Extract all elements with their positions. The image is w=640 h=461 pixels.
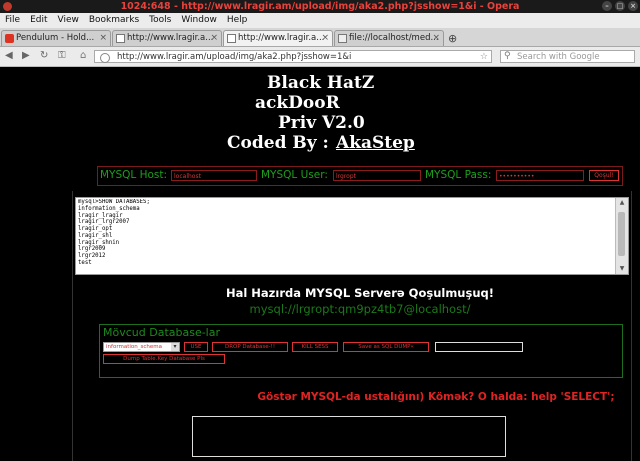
- url-text: http://www.lragir.am/upload/img/aka2.php…: [117, 52, 352, 62]
- youtube-icon: [5, 34, 14, 43]
- scroll-thumb[interactable]: [618, 212, 625, 256]
- database-legend: Mövcud Database-lar: [103, 326, 221, 339]
- frame-right: [631, 191, 632, 461]
- key-icon[interactable]: ⚿: [58, 50, 66, 61]
- connection-user: mysql://lrgropt:qm9pz4tb7@localhost/: [249, 302, 471, 316]
- sql-output-textarea[interactable]: mysql>SHOW DATABASES; information_schema…: [75, 197, 629, 275]
- search-placeholder: Search with Google: [517, 52, 600, 62]
- sql-query-textarea[interactable]: [192, 416, 506, 457]
- kill-session-button[interactable]: KILL SESS: [292, 342, 338, 352]
- tab-pendulum[interactable]: Pendulum - Hold... ×: [1, 30, 111, 46]
- close-tab-icon[interactable]: ×: [432, 31, 440, 46]
- user-label: MYSQL User:: [261, 169, 328, 181]
- user-input[interactable]: lrgropt: [333, 170, 421, 181]
- window-title: 1024:648 - http://www.lragir.am/upload/i…: [120, 1, 520, 12]
- help-hint: Göstər MYSQL-da ustalığını) Kömək? O hal…: [257, 391, 615, 403]
- window-titlebar: 1024:648 - http://www.lragir.am/upload/i…: [0, 0, 640, 13]
- tab-lragir-1[interactable]: http://www.lragir.a... ×: [112, 30, 222, 46]
- close-tab-icon[interactable]: ×: [321, 31, 329, 46]
- close-tab-icon[interactable]: ×: [99, 31, 107, 46]
- close-tab-icon[interactable]: ×: [210, 31, 218, 46]
- author-link[interactable]: AkaStep: [336, 133, 415, 153]
- minimize-icon[interactable]: –: [602, 1, 612, 11]
- page-icon: [227, 34, 236, 43]
- frame-left: [72, 191, 73, 461]
- scroll-up-icon[interactable]: ▲: [616, 198, 628, 208]
- url-input[interactable]: http://www.lragir.am/upload/img/aka2.php…: [94, 50, 492, 63]
- pass-input[interactable]: ••••••••••: [496, 170, 584, 181]
- close-icon[interactable]: ×: [628, 1, 638, 11]
- window-controls: – □ ×: [602, 1, 638, 11]
- tab-label: http://www.lragir.a...: [238, 33, 325, 43]
- tab-label: Pendulum - Hold...: [16, 33, 95, 43]
- pass-label: MYSQL Pass:: [425, 169, 492, 181]
- menu-bar: File Edit View Bookmarks Tools Window He…: [0, 13, 640, 28]
- database-fieldset: Mövcud Database-lar information_schema ▾…: [99, 324, 623, 378]
- chevron-down-icon: ▾: [171, 343, 179, 351]
- tab-lragir-2[interactable]: http://www.lragir.a... ×: [223, 30, 333, 46]
- back-icon[interactable]: ◀: [5, 50, 13, 61]
- database-select[interactable]: information_schema ▾: [103, 342, 180, 352]
- menu-edit[interactable]: Edit: [25, 13, 52, 28]
- logo-line-4-prefix: Coded By :: [227, 133, 329, 153]
- menu-tools[interactable]: Tools: [144, 13, 176, 28]
- tab-label: http://www.lragir.a...: [127, 33, 214, 43]
- mysql-connect-form: MYSQL Host: localhost MYSQL User: lrgrop…: [97, 166, 623, 186]
- use-button[interactable]: USE: [184, 342, 208, 352]
- sql-output-text: mysql>SHOW DATABASES; information_schema…: [78, 199, 150, 266]
- home-icon[interactable]: ⌂: [80, 50, 86, 61]
- maximize-icon[interactable]: □: [615, 1, 625, 11]
- menu-help[interactable]: Help: [222, 13, 253, 28]
- opera-icon: [3, 2, 12, 11]
- dump-params-input[interactable]: [435, 342, 523, 352]
- page-content: Black HatZ ackDooR Priv V2.0 Coded By : …: [0, 67, 640, 461]
- tab-localfile[interactable]: file://localhost/med... ×: [334, 30, 444, 46]
- bookmark-star-icon[interactable]: ☆: [480, 51, 488, 64]
- connect-button[interactable]: Qoşul!: [589, 170, 619, 181]
- logo-line-3: Priv V2.0: [278, 113, 365, 133]
- new-tab-icon[interactable]: ⊕: [448, 32, 457, 45]
- console-scrollbar[interactable]: ▲ ▼: [615, 198, 628, 274]
- host-label: MYSQL Host:: [100, 169, 168, 181]
- page-icon: [116, 34, 125, 43]
- menu-bookmarks[interactable]: Bookmarks: [84, 13, 144, 28]
- tab-bar: Pendulum - Hold... × http://www.lragir.a…: [0, 28, 640, 47]
- site-info-icon[interactable]: [100, 53, 110, 63]
- logo-line-2: ackDooR: [255, 93, 340, 113]
- forward-icon[interactable]: ▶: [22, 50, 30, 61]
- menu-window[interactable]: Window: [176, 13, 222, 28]
- logo-line-1: Black HatZ: [267, 73, 375, 93]
- reload-icon[interactable]: ↻: [40, 50, 48, 61]
- dump-table-button[interactable]: Dump Table.Key Database Pls: [103, 354, 225, 364]
- sql-dump-button[interactable]: Save as SQL DUMP«: [343, 342, 429, 352]
- file-icon: [338, 34, 347, 43]
- tab-label: file://localhost/med...: [349, 33, 439, 43]
- database-selected-value: information_schema: [106, 344, 162, 350]
- menu-file[interactable]: File: [0, 13, 25, 28]
- drop-database-button[interactable]: DROP Database-!!: [212, 342, 288, 352]
- connected-message: Hal Hazırda MYSQL Serverə Qoşulmuşuq!: [225, 286, 495, 300]
- address-bar: ◀ ▶ ↻ ⚿ ⌂ http://www.lragir.am/upload/im…: [0, 47, 640, 67]
- search-input[interactable]: ⚲ Search with Google: [500, 50, 635, 63]
- scroll-down-icon[interactable]: ▼: [616, 264, 628, 274]
- host-input[interactable]: localhost: [171, 170, 257, 181]
- menu-view[interactable]: View: [53, 13, 84, 28]
- search-icon: ⚲: [504, 51, 511, 61]
